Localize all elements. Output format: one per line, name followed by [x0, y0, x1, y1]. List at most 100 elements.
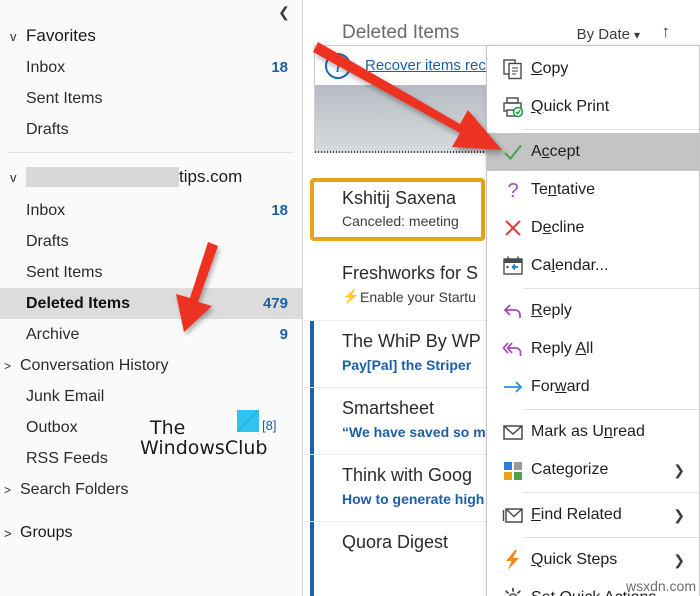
sidebar-item-conversation-history[interactable]: > Conversation History	[0, 350, 302, 381]
sort-by-label: By Date	[576, 26, 630, 43]
sidebar-item-archive[interactable]: Archive 9	[0, 319, 302, 350]
sort-by-dropdown[interactable]: By Date ▾	[577, 26, 640, 43]
menu-item-copy[interactable]: Copy	[487, 50, 699, 88]
menu-item-label: Accept	[531, 143, 580, 160]
page-title: Deleted Items	[342, 22, 460, 43]
message-sender: Think with Goog	[342, 465, 473, 485]
menu-item-label: Forward	[531, 378, 590, 395]
menu-item-reply-all[interactable]: Reply All	[487, 330, 699, 368]
categorize-squares-icon	[495, 459, 531, 481]
unread-count: 479	[262, 295, 288, 312]
menu-item-forward[interactable]: Forward	[487, 368, 699, 406]
chevron-left-icon[interactable]: ❮	[274, 2, 294, 22]
x-mark-icon	[495, 217, 531, 239]
check-icon	[495, 141, 531, 163]
menu-item-find-related[interactable]: Find Related ❯	[487, 496, 699, 534]
account-name-suffix: tips.com	[179, 167, 243, 186]
message-sender: Kshitij Saxena	[342, 188, 457, 208]
calendar-icon	[495, 255, 531, 277]
unread-count: 18	[271, 202, 288, 219]
sidebar-item-search-folders[interactable]: > Search Folders	[0, 474, 302, 505]
sidebar-item-outbox[interactable]: Outbox	[0, 412, 302, 443]
menu-item-accept[interactable]: Accept	[487, 133, 699, 171]
sidebar-item-favorites-sent-items[interactable]: Sent Items	[0, 83, 302, 114]
menu-item-quick-print[interactable]: Quick Print	[487, 88, 699, 126]
gear-icon	[495, 587, 531, 596]
reply-all-icon	[495, 338, 531, 360]
sidebar-item-rss-feeds[interactable]: RSS Feeds	[0, 443, 302, 474]
highlighted-message-item[interactable]: Kshitij Saxena Canceled: meeting	[310, 178, 485, 241]
menu-separator	[523, 129, 699, 130]
sidebar-item-label: Search Folders	[20, 480, 129, 498]
menu-item-reply[interactable]: Reply	[487, 292, 699, 330]
sidebar-item-inbox[interactable]: Inbox 18	[0, 195, 302, 226]
reply-icon	[495, 300, 531, 322]
redacted-email-address	[26, 167, 179, 187]
sidebar-group-groups[interactable]: > Groups	[0, 517, 302, 549]
sidebar-item-label: Junk Email	[26, 387, 105, 405]
chevron-down-icon: ▾	[633, 28, 640, 42]
sidebar-item-label: Sent Items	[26, 263, 103, 281]
context-menu: Copy Quick Print Accept ? Tentative Decl…	[486, 45, 700, 596]
sidebar-item-favorites-drafts[interactable]: Drafts	[0, 114, 302, 145]
sidebar-item-drafts[interactable]: Drafts	[0, 226, 302, 257]
sidebar-item-label: Conversation History	[20, 356, 169, 374]
chevron-down-icon: v	[10, 28, 17, 44]
sidebar-item-label: Inbox	[26, 58, 66, 76]
menu-item-label: Tentative	[531, 181, 596, 198]
menu-item-label: Calendar...	[531, 257, 609, 274]
copy-icon	[495, 58, 531, 80]
menu-item-tentative[interactable]: ? Tentative	[487, 171, 699, 209]
find-related-envelope-icon	[495, 504, 531, 526]
unread-count: 9	[279, 326, 288, 343]
unread-indicator	[310, 321, 314, 387]
menu-item-calendar[interactable]: Calendar...	[487, 247, 699, 285]
message-list-header: Deleted Items By Date ▾ ↑	[304, 0, 700, 45]
menu-separator	[523, 537, 699, 538]
message-subject: How to generate high	[342, 491, 485, 507]
arrow-up-icon[interactable]: ↑	[662, 22, 671, 42]
unread-indicator	[310, 522, 314, 596]
lightning-bolt-icon: ⚡	[342, 288, 360, 304]
message-subject: Canceled: meeting	[342, 213, 459, 229]
sidebar-group-label: Favorites	[26, 26, 96, 45]
folder-pane: ❮ v Favorites Inbox 18 Sent Items Drafts…	[0, 0, 303, 596]
chevron-down-icon: v	[10, 169, 17, 185]
menu-item-label: Reply All	[531, 340, 594, 357]
message-subject: Pay[Pal] the Striper	[342, 357, 472, 373]
sidebar-group-label: Groups	[20, 524, 73, 541]
sidebar-group-favorites[interactable]: v Favorites	[0, 20, 302, 52]
sidebar-item-label: Drafts	[26, 232, 69, 250]
sidebar-item-label: RSS Feeds	[26, 449, 108, 467]
svg-text:?: ?	[507, 180, 518, 201]
sidebar-item-label: Drafts	[26, 120, 69, 138]
menu-item-decline[interactable]: Decline	[487, 209, 699, 247]
sidebar-divider	[8, 152, 294, 153]
sidebar-item-favorites-inbox[interactable]: Inbox 18	[0, 52, 302, 83]
forward-arrow-icon	[495, 376, 531, 398]
menu-item-categorize[interactable]: Categorize ❯	[487, 451, 699, 489]
menu-item-mark-as-unread[interactable]: Mark as Unread	[487, 413, 699, 451]
sidebar-group-account[interactable]: v tips.com	[0, 159, 302, 195]
menu-item-label: Decline	[531, 219, 585, 236]
menu-item-label: Quick Steps	[531, 551, 618, 568]
chevron-right-icon: ❯	[673, 506, 685, 523]
menu-item-quick-steps[interactable]: Quick Steps ❯	[487, 541, 699, 579]
menu-item-label: Categorize	[531, 461, 609, 478]
question-mark-icon: ?	[495, 179, 531, 201]
chevron-right-icon: >	[4, 482, 12, 497]
chevron-right-icon: ❯	[673, 551, 685, 568]
sidebar-item-label: Sent Items	[26, 89, 103, 107]
sidebar-item-sent-items[interactable]: Sent Items	[0, 257, 302, 288]
sidebar-item-junk-email[interactable]: Junk Email	[0, 381, 302, 412]
menu-separator	[523, 492, 699, 493]
quick-print-icon	[495, 96, 531, 118]
message-sender: Quora Digest	[342, 532, 449, 552]
unread-indicator	[310, 455, 314, 521]
menu-item-label: Quick Print	[531, 98, 610, 115]
sidebar-item-deleted-items[interactable]: Deleted Items 479	[0, 288, 302, 319]
unread-count: 18	[271, 59, 288, 76]
unread-indicator	[310, 388, 314, 454]
message-subject: Enable your Startu	[360, 289, 476, 305]
chevron-right-icon: ❯	[673, 461, 685, 478]
